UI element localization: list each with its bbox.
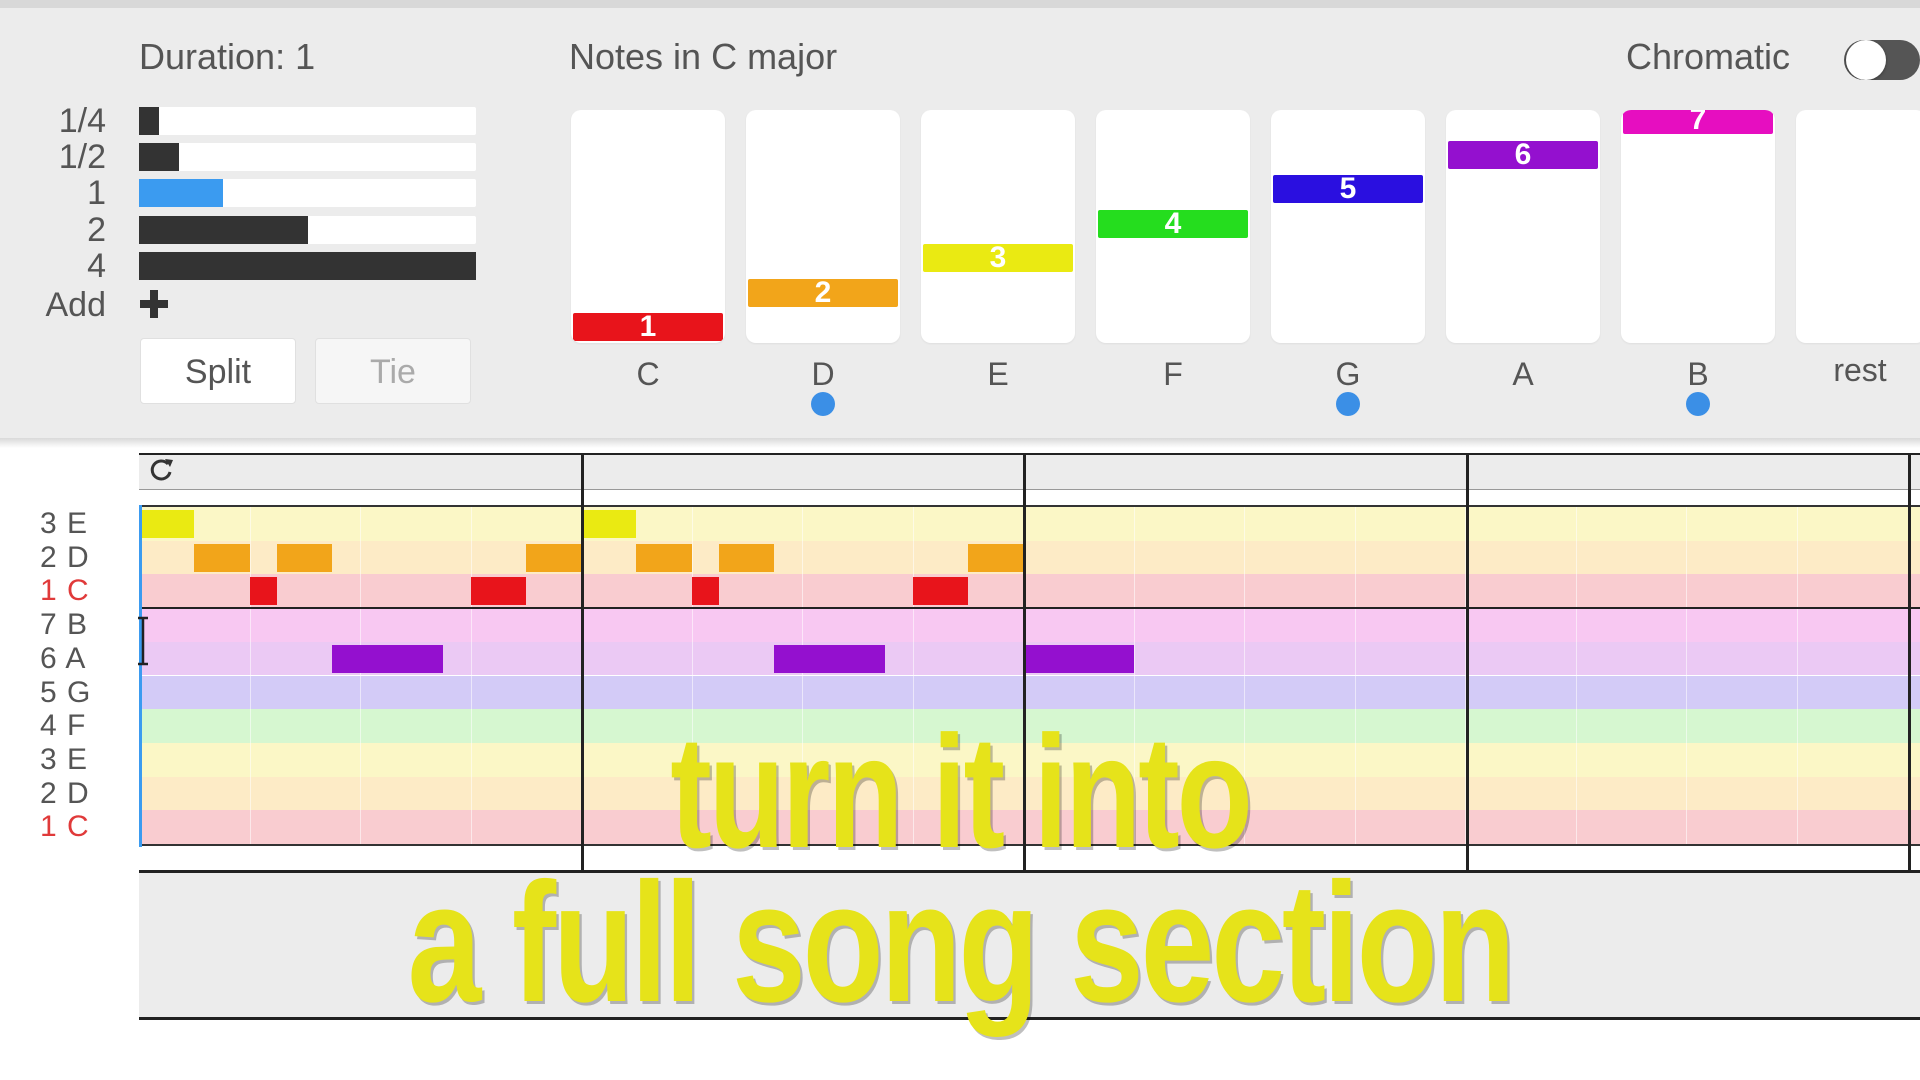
duration-track[interactable] (139, 143, 476, 171)
note-block[interactable] (912, 577, 968, 606)
note-name-label: A (1512, 356, 1534, 392)
notes-scale-title: Notes in C major (569, 36, 838, 77)
note-degree-bar: 3 (923, 243, 1073, 273)
note-block[interactable] (691, 577, 720, 606)
lane (139, 608, 1920, 642)
note-indicator-dot (811, 392, 835, 416)
row-label: 3 E (40, 742, 89, 776)
lane (139, 507, 1920, 541)
note-card-b[interactable]: 7 (1621, 110, 1775, 343)
octave-divider (139, 607, 1920, 610)
split-button[interactable]: Split (140, 338, 296, 404)
tie-button[interactable]: Tie (315, 338, 471, 404)
note-card-f[interactable]: 4 (1096, 110, 1250, 343)
duration-bar[interactable] (139, 216, 308, 244)
note-degree-bar: 2 (748, 277, 898, 307)
row-label: 1 C (40, 574, 90, 608)
note-card-g[interactable]: 5 (1271, 110, 1425, 343)
note-block[interactable] (525, 543, 581, 572)
duration-label: 1 (87, 174, 106, 212)
note-name-label: G (1335, 356, 1361, 392)
note-name-label: C (636, 356, 660, 392)
note-block[interactable] (332, 644, 443, 673)
note-block[interactable] (194, 543, 250, 572)
row-label: 2 D (40, 776, 90, 810)
beat-line (1796, 507, 1798, 844)
row-label: 1 C (40, 810, 90, 844)
duration-bar[interactable] (139, 143, 179, 171)
note-block[interactable] (470, 577, 526, 606)
duration-label: 4 (87, 247, 106, 285)
note-name-label: F (1163, 356, 1183, 392)
note-block[interactable] (1023, 644, 1134, 673)
loop-icon[interactable] (146, 455, 176, 485)
duration-bar[interactable] (139, 252, 476, 280)
duration-bar[interactable] (139, 107, 159, 135)
note-degree-bar: 5 (1273, 174, 1423, 204)
note-degree-bar: 4 (1098, 208, 1248, 238)
rest-label[interactable]: rest (1800, 352, 1920, 389)
note-card-d[interactable]: 2 (746, 110, 900, 343)
note-card-e[interactable]: 3 (921, 110, 1075, 343)
duration-track[interactable] (139, 107, 476, 135)
note-block[interactable] (277, 543, 333, 572)
panel-shadow (0, 438, 1920, 448)
row-label: 3 E (40, 507, 89, 540)
note-indicator-dot (1336, 392, 1360, 416)
row-label: 4 F (40, 709, 87, 743)
note-name-label: B (1687, 356, 1709, 392)
note-degree-bar: 6 (1448, 139, 1598, 169)
note-block[interactable] (967, 543, 1023, 572)
note-block[interactable] (719, 543, 775, 572)
note-block[interactable] (581, 510, 637, 538)
add-plus-icon[interactable] (139, 288, 169, 320)
note-degree-bar: 1 (573, 312, 723, 342)
row-label: 6 A (40, 641, 87, 675)
rest-card[interactable] (1796, 110, 1920, 343)
lane (139, 540, 1920, 575)
duration-label: 1/4 (58, 102, 106, 140)
note-block[interactable] (774, 644, 885, 673)
lane (139, 574, 1920, 609)
duration-title: Duration: 1 (139, 36, 316, 77)
text-cursor-icon (138, 616, 148, 666)
note-block[interactable] (139, 510, 195, 538)
toggle-knob (1846, 40, 1886, 80)
top-border (0, 0, 1920, 8)
note-block[interactable] (249, 577, 278, 606)
sequencer-header (139, 453, 1920, 490)
row-label: 2 D (40, 540, 90, 574)
note-block[interactable] (636, 543, 692, 572)
note-card-a[interactable]: 6 (1446, 110, 1600, 343)
row-label: 7 B (40, 608, 89, 642)
add-label: Add (45, 286, 107, 324)
note-degree-bar: 7 (1623, 110, 1773, 135)
note-name-label: E (987, 356, 1009, 392)
caption-line-2: a full song section (407, 848, 1516, 1038)
row-label: 5 G (40, 675, 92, 709)
duration-bar[interactable] (139, 179, 223, 207)
note-card-c[interactable]: 1 (571, 110, 725, 343)
note-name-label: D (811, 356, 835, 392)
note-indicator-dot (1686, 392, 1710, 416)
playhead[interactable] (139, 505, 142, 847)
chromatic-toggle[interactable] (1844, 40, 1920, 80)
duration-label: 2 (87, 211, 106, 249)
duration-label: 1/2 (58, 138, 106, 176)
chromatic-label: Chromatic (1626, 36, 1791, 77)
